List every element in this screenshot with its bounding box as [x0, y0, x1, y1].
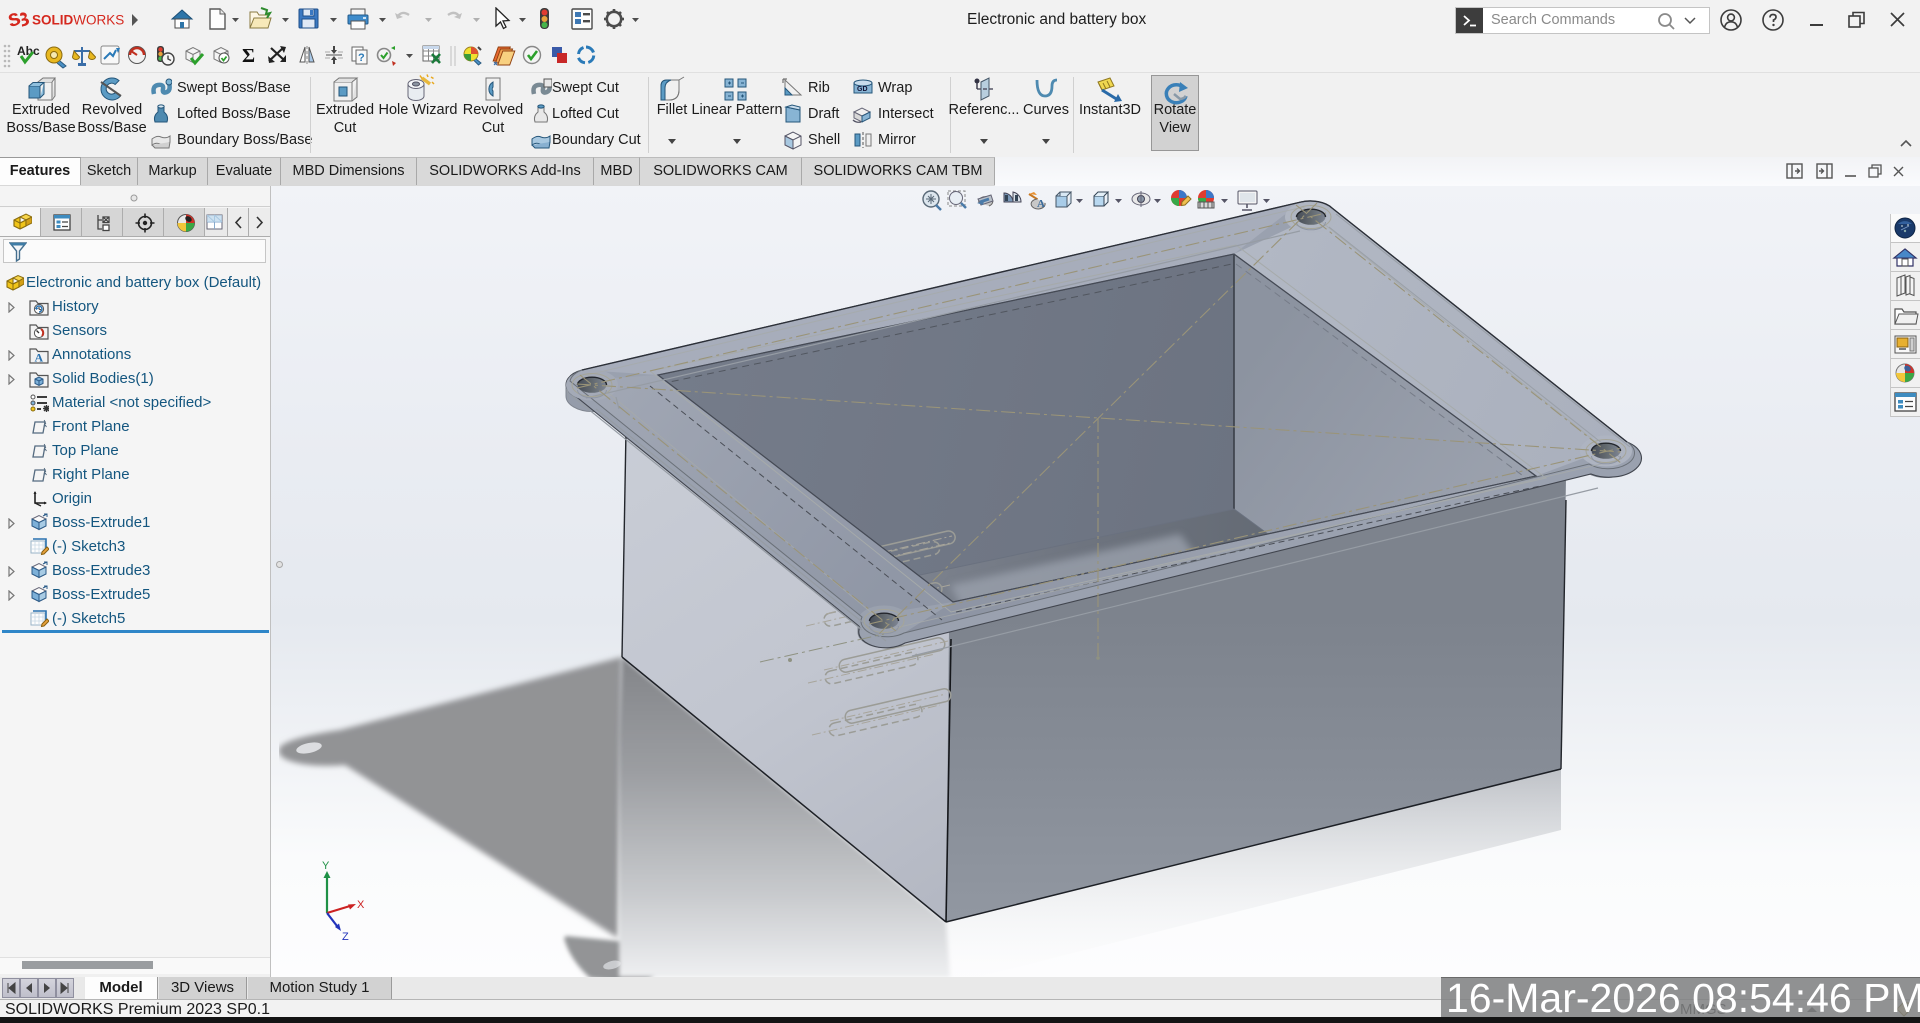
svg-text:Σ: Σ [242, 45, 255, 67]
svg-text:Z: Z [342, 931, 349, 943]
svg-text:A: A [35, 351, 44, 365]
svg-text:SOLIDWORKS: SOLIDWORKS [32, 13, 124, 28]
svg-text:Y: Y [322, 860, 330, 872]
svg-text:X: X [357, 899, 365, 911]
svg-text:GD: GD [857, 86, 868, 93]
svg-text:A: A [1037, 198, 1045, 210]
svg-text:?: ? [358, 52, 365, 64]
